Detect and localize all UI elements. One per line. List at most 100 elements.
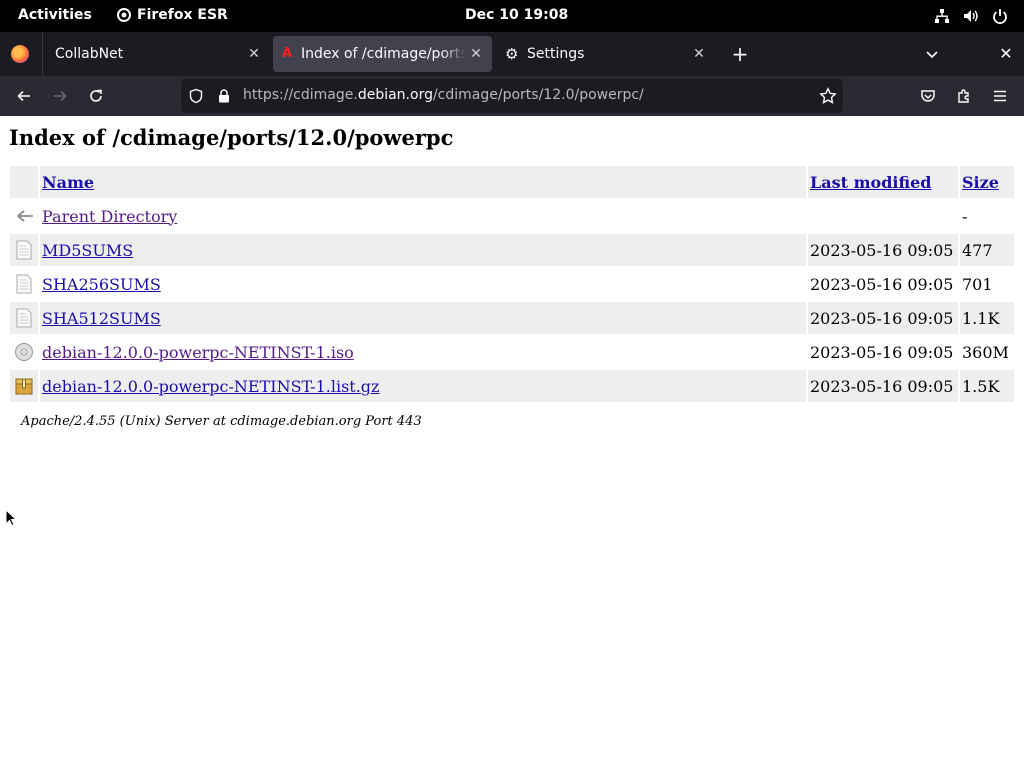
hamburger-menu-icon [994,90,1006,102]
tab-strip: CollabNet ✕ A Index of /cdimage/ports/12… [0,32,1024,76]
last-modified-column-header: Last modified [808,166,958,198]
forward-arrow-icon [54,90,67,102]
url-prefix: https://cdimage. [243,87,358,103]
favicon-icon: A [282,46,293,61]
firefox-app-icon [117,8,131,22]
icon-cell [10,268,38,300]
size-cell: 1.1K [960,302,1014,334]
back-icon [16,210,33,222]
table-row: Parent Directory - [10,200,1014,232]
tab-settings[interactable]: ⚙ Settings ✕ [497,36,715,72]
cd-icon [15,343,33,361]
icon-cell [10,234,38,266]
tab-label: CollabNet [55,46,124,62]
url-text[interactable]: https://cdimage.debian.org/cdimage/ports… [243,87,644,103]
file-link[interactable]: SHA512SUMS [42,309,161,328]
last-modified-cell: 2023-05-16 09:05 [808,268,958,300]
server-signature: Apache/2.4.55 (Unix) Server at cdimage.d… [21,414,422,429]
icon-cell [10,200,38,232]
gear-icon: ⚙ [505,45,519,63]
forward-button[interactable] [50,86,70,106]
app-menu-button[interactable] [990,86,1010,106]
last-modified-cell [808,200,958,232]
tab-label: Index of /cdimage/ports/12.0/powerpc/ [301,46,466,62]
icon-cell [10,302,38,334]
directory-listing-table: Name Last modified Size Parent Directory… [8,164,1016,404]
extensions-button[interactable] [954,86,974,106]
text-file-icon [16,274,32,294]
lock-icon[interactable] [216,88,232,104]
file-link[interactable]: debian-12.0.0-powerpc-NETINST-1.iso [42,343,354,362]
power-icon [991,7,1008,24]
table-row: SHA256SUMS 2023-05-16 09:05 701 [10,268,1014,300]
close-tab-icon[interactable]: ✕ [468,46,484,62]
list-all-tabs-icon[interactable] [922,44,942,64]
table-row: MD5SUMS 2023-05-16 09:05 477 [10,234,1014,266]
sort-by-size-link[interactable]: Size [962,173,999,192]
tab-collabnet[interactable]: CollabNet ✕ [44,36,270,72]
size-cell: - [960,200,1014,232]
name-cell: MD5SUMS [40,234,806,266]
last-modified-cell: 2023-05-16 09:05 [808,302,958,334]
new-tab-button[interactable]: + [729,44,751,66]
name-cell: Parent Directory [40,200,806,232]
reload-icon [90,89,102,102]
tab-label: Settings [527,46,585,62]
window-close-button[interactable]: ✕ [996,44,1016,64]
clock[interactable]: Dec 10 19:08 [465,7,568,23]
file-link[interactable]: MD5SUMS [42,241,133,260]
name-cell: SHA512SUMS [40,302,806,334]
volume-icon [962,7,979,24]
table-row: SHA512SUMS 2023-05-16 09:05 1.1K [10,302,1014,334]
parent-directory-link[interactable]: Parent Directory [42,207,177,226]
tab-separator [42,32,43,76]
app-menu-label: Firefox ESR [137,7,228,23]
back-arrow-icon [17,90,30,102]
name-column-header: Name [40,166,806,198]
icon-cell [10,370,38,402]
compressed-icon [15,378,33,395]
name-cell: SHA256SUMS [40,268,806,300]
back-button[interactable] [14,86,34,106]
system-tray[interactable] [933,7,1008,24]
file-link[interactable]: debian-12.0.0-powerpc-NETINST-1.list.gz [42,377,379,396]
size-cell: 360M [960,336,1014,368]
page-content: Index of /cdimage/ports/12.0/powerpc Nam… [0,116,1024,768]
close-tab-icon[interactable]: ✕ [246,46,262,62]
size-column-header: Size [960,166,1014,198]
page-title: Index of /cdimage/ports/12.0/powerpc [9,125,454,150]
url-path: /cdimage/ports/12.0/powerpc/ [432,87,644,103]
last-modified-cell: 2023-05-16 09:05 [808,336,958,368]
bookmark-star-icon[interactable] [819,87,837,105]
gnome-top-bar: Activities Firefox ESR Dec 10 19:08 [0,0,1024,32]
app-menu[interactable]: Firefox ESR [117,7,228,23]
last-modified-cell: 2023-05-16 09:05 [808,234,958,266]
close-tab-icon[interactable]: ✕ [691,46,707,62]
address-bar[interactable]: https://cdimage.debian.org/cdimage/ports… [181,79,843,113]
reload-button[interactable] [86,86,106,106]
icon-cell [10,336,38,368]
pocket-button[interactable] [918,86,938,106]
last-modified-cell: 2023-05-16 09:05 [808,370,958,402]
sort-by-last-modified-link[interactable]: Last modified [810,173,931,192]
file-link[interactable]: SHA256SUMS [42,275,161,294]
pocket-icon [921,90,935,102]
name-cell: debian-12.0.0-powerpc-NETINST-1.iso [40,336,806,368]
sort-by-name-link[interactable]: Name [42,173,94,192]
size-cell: 477 [960,234,1014,266]
text-file-icon [16,240,32,260]
size-cell: 701 [960,268,1014,300]
network-icon [933,7,950,24]
tab-index-of-powerpc[interactable]: A Index of /cdimage/ports/12.0/powerpc/ … [273,36,492,72]
name-cell: debian-12.0.0-powerpc-NETINST-1.list.gz [40,370,806,402]
firefox-view-icon[interactable] [11,45,29,63]
table-row: debian-12.0.0-powerpc-NETINST-1.iso 2023… [10,336,1014,368]
navigation-toolbar: https://cdimage.debian.org/cdimage/ports… [0,76,1024,116]
url-domain: debian.org [357,87,433,103]
size-cell: 1.5K [960,370,1014,402]
icon-column-header [10,166,38,198]
activities-button[interactable]: Activities [18,7,92,23]
tracking-protection-shield-icon[interactable] [188,88,204,104]
mouse-cursor-icon [5,509,17,527]
table-row: debian-12.0.0-powerpc-NETINST-1.list.gz … [10,370,1014,402]
